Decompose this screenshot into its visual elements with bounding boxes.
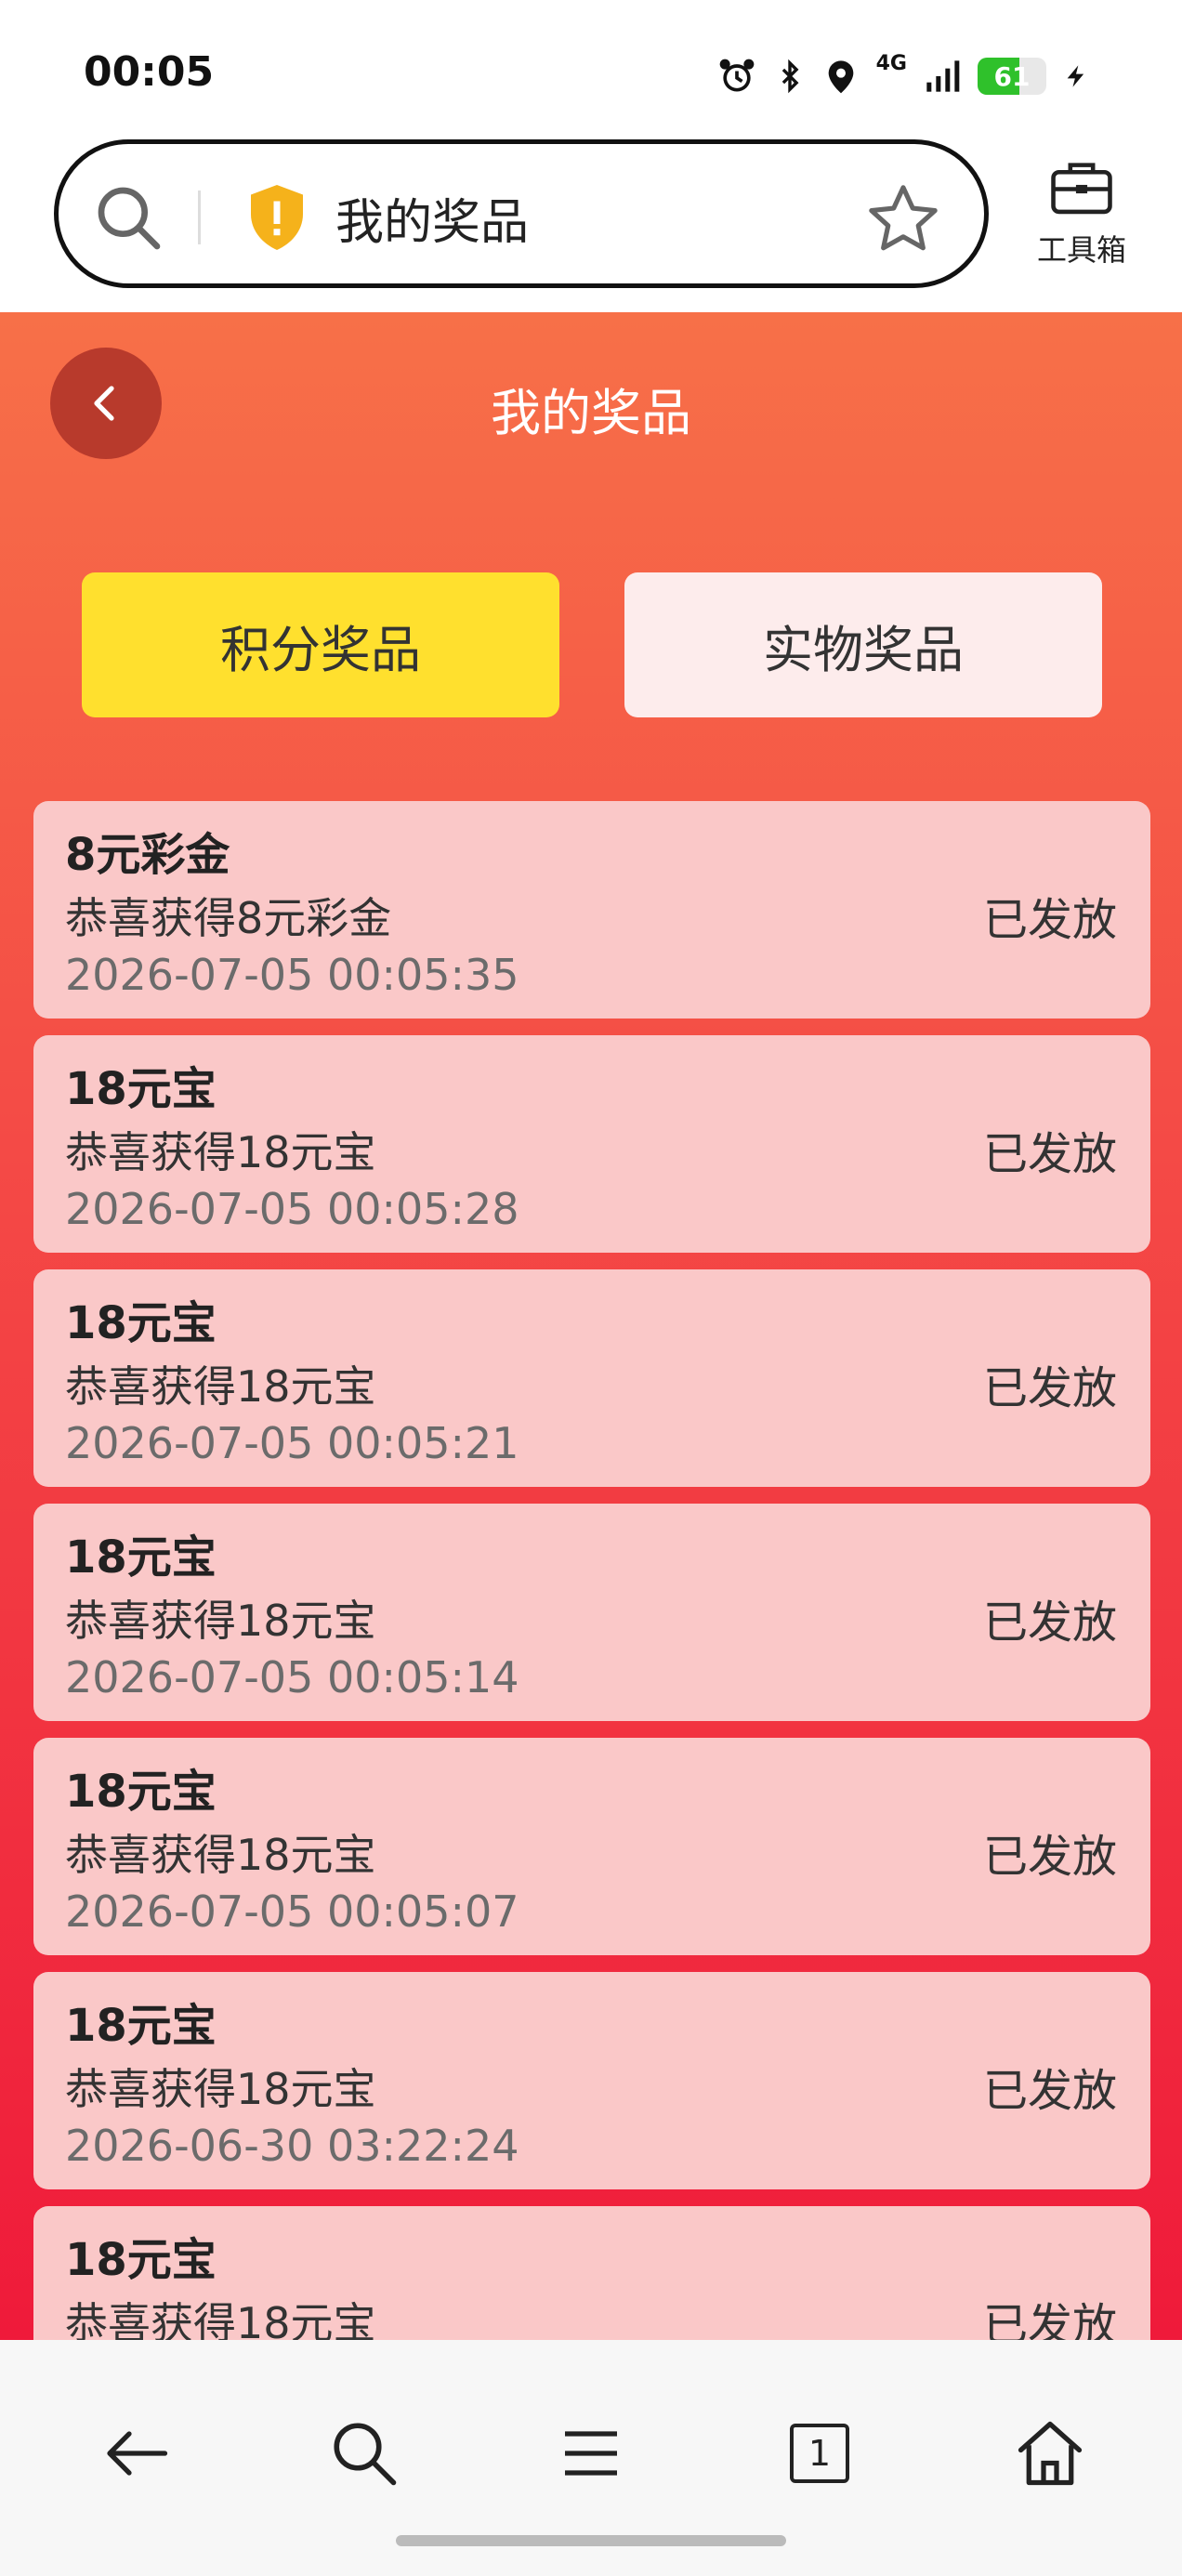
prizes-page: 我的奖品 积分奖品 实物奖品 8元彩金 恭喜获得8元彩金 2026-07-05 …	[0, 312, 1182, 2340]
prize-card[interactable]: 18元宝 恭喜获得18元宝 2026-06-30 03:22:24 已发放	[33, 1972, 1150, 2189]
security-shield-icon[interactable]	[244, 181, 309, 254]
prize-title: 18元宝	[65, 1531, 217, 1584]
prize-card[interactable]: 18元宝 恭喜获得18元宝 2026-07-05 00:05:07 已发放	[33, 1738, 1150, 1955]
home-indicator[interactable]	[396, 2535, 786, 2546]
toolbox-button[interactable]: 工具箱	[1026, 158, 1137, 279]
charging-icon	[1067, 65, 1084, 87]
browser-toolbar: 我的奖品 工具箱	[0, 139, 1182, 312]
address-title[interactable]: 我的奖品	[335, 183, 529, 253]
tab-label: 积分奖品	[220, 620, 421, 679]
prize-card[interactable]: 8元彩金 恭喜获得8元彩金 2026-07-05 00:05:35 已发放	[33, 801, 1150, 1019]
prize-time: 2026-07-05 00:05:21	[65, 1418, 519, 1468]
prize-card[interactable]: 18元宝 恭喜获得18元宝 2026-07-05 00:05:28 已发放	[33, 1035, 1150, 1253]
tab-count: 1	[808, 2433, 832, 2474]
prize-title: 18元宝	[65, 1766, 217, 1818]
prize-status: 已发放	[982, 2065, 1117, 2117]
status-time: 00:05	[84, 48, 215, 96]
network-type: 4G	[875, 52, 907, 75]
prize-title: 18元宝	[65, 2000, 217, 2052]
tabs-count-icon: 1	[790, 2424, 849, 2483]
arrow-left-icon	[107, 2431, 168, 2476]
toolbox-icon	[1051, 163, 1112, 215]
home-icon	[1018, 2421, 1083, 2486]
nav-home-button[interactable]	[994, 2398, 1106, 2509]
prize-description: 恭喜获得18元宝	[65, 1830, 376, 1880]
prize-card[interactable]: 18元宝 恭喜获得18元宝 2026-07-05 00:05:14 已发放	[33, 1504, 1150, 1721]
prize-description: 恭喜获得18元宝	[65, 2298, 376, 2340]
nav-menu-button[interactable]	[535, 2398, 647, 2509]
prize-status: 已发放	[982, 2299, 1117, 2340]
prize-description: 恭喜获得18元宝	[65, 1596, 376, 1646]
search-icon	[334, 2423, 397, 2486]
status-bar: 00:05 4G 61	[0, 0, 1182, 139]
prize-list: 8元彩金 恭喜获得8元彩金 2026-07-05 00:05:35 已发放 18…	[33, 801, 1150, 2340]
prize-title: 8元彩金	[65, 829, 230, 881]
prize-description: 恭喜获得18元宝	[65, 2064, 376, 2114]
prize-title: 18元宝	[65, 1063, 217, 1115]
prize-description: 恭喜获得18元宝	[65, 1361, 376, 1412]
status-icons: 4G 61	[716, 48, 1089, 104]
signal-icon	[926, 60, 960, 92]
tab-label: 实物奖品	[763, 620, 964, 679]
prize-status: 已发放	[982, 894, 1117, 946]
nav-back-button[interactable]	[80, 2398, 191, 2509]
menu-icon	[565, 2431, 617, 2476]
prize-status: 已发放	[982, 1128, 1117, 1180]
page-title: 我的奖品	[491, 384, 691, 442]
prize-time: 2026-06-30 03:22:24	[65, 2121, 519, 2171]
prize-time: 2026-07-05 00:05:07	[65, 1886, 519, 1937]
prize-time: 2026-07-05 00:05:28	[65, 1184, 519, 1234]
nav-search-button[interactable]	[309, 2398, 420, 2509]
prize-status: 已发放	[982, 1362, 1117, 1414]
bluetooth-icon	[781, 59, 799, 94]
tab-points-prizes[interactable]: 积分奖品	[82, 572, 559, 717]
prize-time: 2026-07-05 00:05:14	[65, 1652, 519, 1702]
location-icon	[828, 60, 853, 94]
bookmark-star-icon[interactable]	[865, 181, 941, 257]
prize-title: 18元宝	[65, 2234, 217, 2286]
search-icon[interactable]	[92, 181, 166, 256]
tab-physical-prizes[interactable]: 实物奖品	[624, 572, 1102, 717]
nav-tabs-button[interactable]: 1	[764, 2398, 875, 2509]
prize-card[interactable]: 18元宝 恭喜获得18元宝 已发放	[33, 2206, 1150, 2340]
address-divider	[198, 191, 201, 244]
prize-status: 已发放	[982, 1831, 1117, 1883]
toolbox-label: 工具箱	[1036, 232, 1126, 268]
prize-card[interactable]: 18元宝 恭喜获得18元宝 2026-07-05 00:05:21 已发放	[33, 1269, 1150, 1487]
battery-icon: 61	[978, 58, 1046, 95]
alarm-icon	[719, 59, 754, 92]
prize-time: 2026-07-05 00:05:35	[65, 950, 519, 1000]
prize-status: 已发放	[982, 1597, 1117, 1649]
battery-level: 61	[993, 60, 1031, 92]
prize-description: 恭喜获得18元宝	[65, 1127, 376, 1177]
prize-title: 18元宝	[65, 1297, 217, 1349]
address-bar[interactable]: 我的奖品	[54, 139, 989, 288]
prize-description: 恭喜获得8元彩金	[65, 893, 392, 943]
